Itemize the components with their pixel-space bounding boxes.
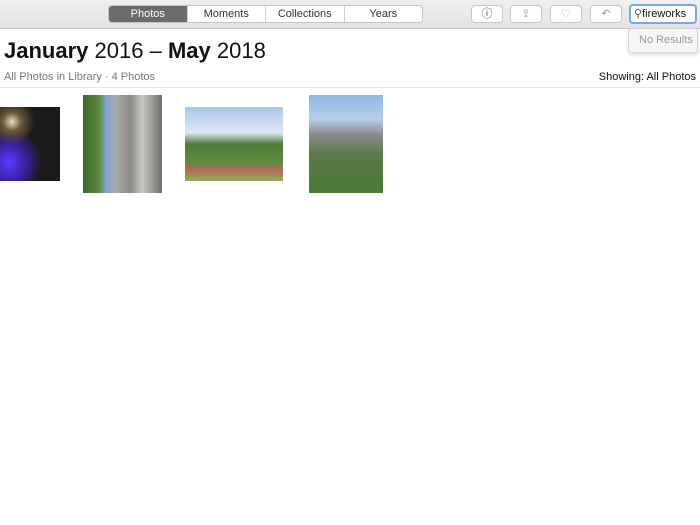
- search-results-dropdown: No Results: [628, 28, 698, 53]
- favorite-button[interactable]: ♡: [550, 5, 582, 23]
- rotate-icon: ↶: [601, 8, 611, 20]
- info-button[interactable]: ⓘ: [471, 5, 503, 23]
- photo-white-house[interactable]: [185, 107, 283, 181]
- info-icon: ⓘ: [481, 8, 493, 20]
- photo-building[interactable]: [83, 95, 162, 193]
- view-segmented-control: Photos Moments Collections Years: [108, 5, 423, 23]
- tab-moments[interactable]: Moments: [186, 6, 266, 22]
- subtitle: All Photos in Library · 4 Photos: [4, 71, 156, 83]
- search-input[interactable]: ⚲fireworks: [629, 4, 697, 24]
- title-year-end: 2018: [216, 38, 266, 63]
- tab-photos[interactable]: Photos: [109, 6, 187, 22]
- tab-collections[interactable]: Collections: [265, 6, 344, 22]
- search-icon: ⚲: [634, 8, 643, 20]
- heart-icon: ♡: [561, 8, 571, 20]
- divider: [0, 87, 700, 88]
- photo-city-view[interactable]: [309, 95, 383, 193]
- title-year-start: 2016: [94, 38, 144, 63]
- showing-filter[interactable]: Showing: All Photos: [599, 71, 696, 83]
- title-month-start: January: [4, 38, 89, 63]
- share-icon: ⇪: [521, 8, 531, 20]
- title-month-end: May: [167, 38, 211, 63]
- share-button[interactable]: ⇪: [510, 5, 542, 23]
- search-value: fireworks: [642, 8, 687, 20]
- photo-fireworks[interactable]: [0, 107, 60, 181]
- toolbar: Photos Moments Collections Years ⓘ ⇪ ♡ ↶…: [0, 0, 700, 29]
- tab-years[interactable]: Years: [343, 6, 423, 22]
- title-dash: –: [149, 38, 162, 63]
- rotate-button[interactable]: ↶: [590, 5, 622, 23]
- page-title: January 2016 – May 2018: [4, 38, 266, 64]
